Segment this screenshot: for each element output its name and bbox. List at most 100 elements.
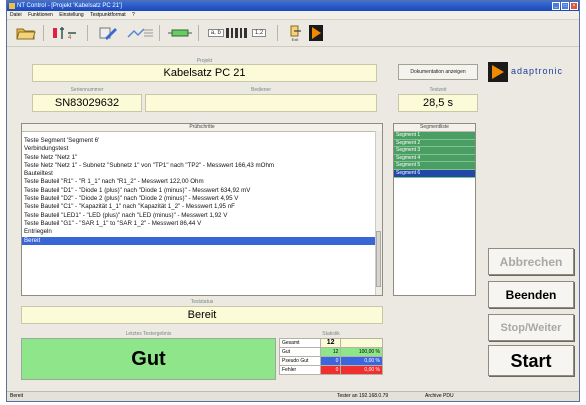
log-line[interactable]: Teste Bauteil "LED1" - "LED (plus)" nach… [22,212,382,220]
stat-percent: 0,00 % [340,356,383,366]
stat-count: 12 [319,347,342,357]
stat-count: 0 [319,356,342,366]
segment-item[interactable]: Segment 4 [394,154,475,163]
quit-button[interactable]: Beenden [488,281,574,308]
segment-item[interactable]: Segment 5 [394,162,475,170]
stat-row: Gut 12 100,00 % [279,347,383,357]
segment-item[interactable]: Segment 2 [394,139,475,148]
edit-button[interactable] [95,23,121,43]
project-field: Kabelsatz PC 21 [32,64,377,82]
menu-help[interactable]: ? [132,12,135,18]
statistics-label: Statistik [322,331,340,337]
menu-einstellung[interactable]: Einstellung [59,12,83,18]
folder-icon [16,28,36,40]
status-connection: Tester an 192.168.0.79 [337,393,389,399]
svg-text:4: 4 [68,35,72,41]
toolbar: 4 a, b 1,2 Exit [7,20,579,47]
menu-testpunktformat[interactable]: Testpunktformat [90,12,126,18]
serial-label: Seriennummer [70,87,104,93]
log-line[interactable]: Teste Segment 'Segment 6' [22,137,382,145]
main-window: NT Control - [Projekt 'Kabelsatz PC 21']… [6,0,580,402]
steps-header: Prüfschritte [22,124,382,132]
exit-button[interactable]: Exit [285,23,305,43]
component-button[interactable] [167,23,193,43]
log-line[interactable]: Teste Bauteil "C1" - "Kapazität 1_1" nac… [22,203,382,211]
edit-icon [99,27,117,40]
log-line[interactable]: Teste Netz "Netz 1" [22,154,382,162]
teststatus-label: Teststatus [190,299,214,305]
run-button[interactable] [307,23,325,43]
wave-button[interactable] [125,23,155,43]
stat-name: Gut [279,347,321,357]
testtime-field: 28,5 s [398,94,478,112]
stat-count: 12 [319,338,342,348]
stat-name: Pseudo Gut [279,356,321,366]
log-line[interactable]: Verbindungstest [22,145,382,153]
brand-name: adaptronic [511,66,564,76]
stat-name: Fehler [279,365,321,375]
format-ab-label: a, b [207,29,224,37]
component-icon [168,29,192,37]
stat-count: 0 [319,365,342,375]
wave-icon [127,28,153,38]
close-button[interactable]: × [570,2,578,10]
status-bar: Bereit Tester an 192.168.0.79 Archive PD… [7,391,579,401]
minimize-button[interactable]: _ [552,2,560,10]
log-line[interactable]: Teste Bauteil "G1" - "SAR 1_1" to "SAR 1… [22,220,382,228]
stat-percent: 0,00 % [340,365,383,375]
teststatus-field: Bereit [21,306,383,324]
segment-header: Segmentliste [394,124,475,132]
measure-button[interactable]: 4 [49,23,81,43]
format-buttons[interactable]: a, b 1,2 [204,23,270,43]
segment-item-selected[interactable]: Segment 6 [394,169,475,178]
menu-datei[interactable]: Datei [10,12,22,18]
log-line[interactable]: Teste Bauteil "D2" - "Diode 2 (plus)" na… [22,195,382,203]
steps-scroll-thumb[interactable] [376,231,381,287]
stat-row: Gesamt 12 [279,338,383,348]
segment-item[interactable]: Segment 1 [394,132,475,140]
menu-funktionen[interactable]: Funktionen [28,12,53,18]
statistics-table: Gesamt 12 Gut 12 100,00 % Pseudo Gut 0 0… [279,338,383,375]
stat-percent: 100,00 % [340,347,383,357]
stat-name: Gesamt [279,338,321,348]
log-line[interactable]: Entriegeln [22,228,382,236]
abort-button[interactable]: Abbrechen [488,248,574,275]
log-line-selected[interactable]: Bereit [22,236,382,245]
operator-label: Bediener [250,87,271,93]
open-project-button[interactable] [13,23,39,43]
title-bar: NT Control - [Projekt 'Kabelsatz PC 21']… [7,1,579,11]
start-button[interactable]: Start [488,345,574,376]
stat-percent [340,338,383,348]
steps-list[interactable]: Prüfschritte Teste Segment 'Segment 6' V… [21,123,383,296]
last-result-label: Letztes Testergebnis [125,331,172,337]
stop-continue-button[interactable]: Stop/Weiter [488,314,574,341]
brand-logo: adaptronic [488,62,578,82]
last-result-field: Gut [21,338,276,380]
show-documentation-button[interactable]: Dokumentation anzeigen [398,64,478,80]
exit-icon [290,25,301,36]
status-left: Bereit [10,393,24,399]
log-line[interactable]: Teste Bauteil "D1" - "Diode 1 (plus)" na… [22,187,382,195]
menu-bar: Datei Funktionen Einstellung Testpunktfo… [7,11,579,20]
status-archive: Archive PDU [425,393,454,399]
format-num-label: 1,2 [251,29,267,37]
barcode-icon [225,28,247,38]
maximize-button[interactable]: □ [561,2,569,10]
log-line[interactable]: Bauteiltest [22,170,382,178]
measure-icon: 4 [53,27,76,41]
app-icon [9,3,15,9]
stat-row: Pseudo Gut 0 0,00 % [279,356,383,366]
segment-list[interactable]: Segmentliste Segment 1 Segment 2 Segment… [393,123,476,296]
testtime-label: Testzeit [429,87,447,93]
operator-field [145,94,377,112]
segment-item[interactable]: Segment 3 [394,147,475,155]
log-line[interactable]: Teste Bauteil "R1" - "R 1_1" nach "R1_2"… [22,178,382,186]
steps-scrollbar[interactable] [375,131,382,295]
stat-row: Fehler 0 0,00 % [279,365,383,375]
log-line[interactable]: Teste Netz "Netz 1" - Subnetz "Subnetz 1… [22,162,382,170]
exit-label: Exit [291,36,299,42]
brand-icon [488,62,508,82]
window-title: NT Control - [Projekt 'Kabelsatz PC 21'] [17,3,122,9]
play-icon [309,25,323,41]
serial-field: SN83029632 [32,94,142,112]
